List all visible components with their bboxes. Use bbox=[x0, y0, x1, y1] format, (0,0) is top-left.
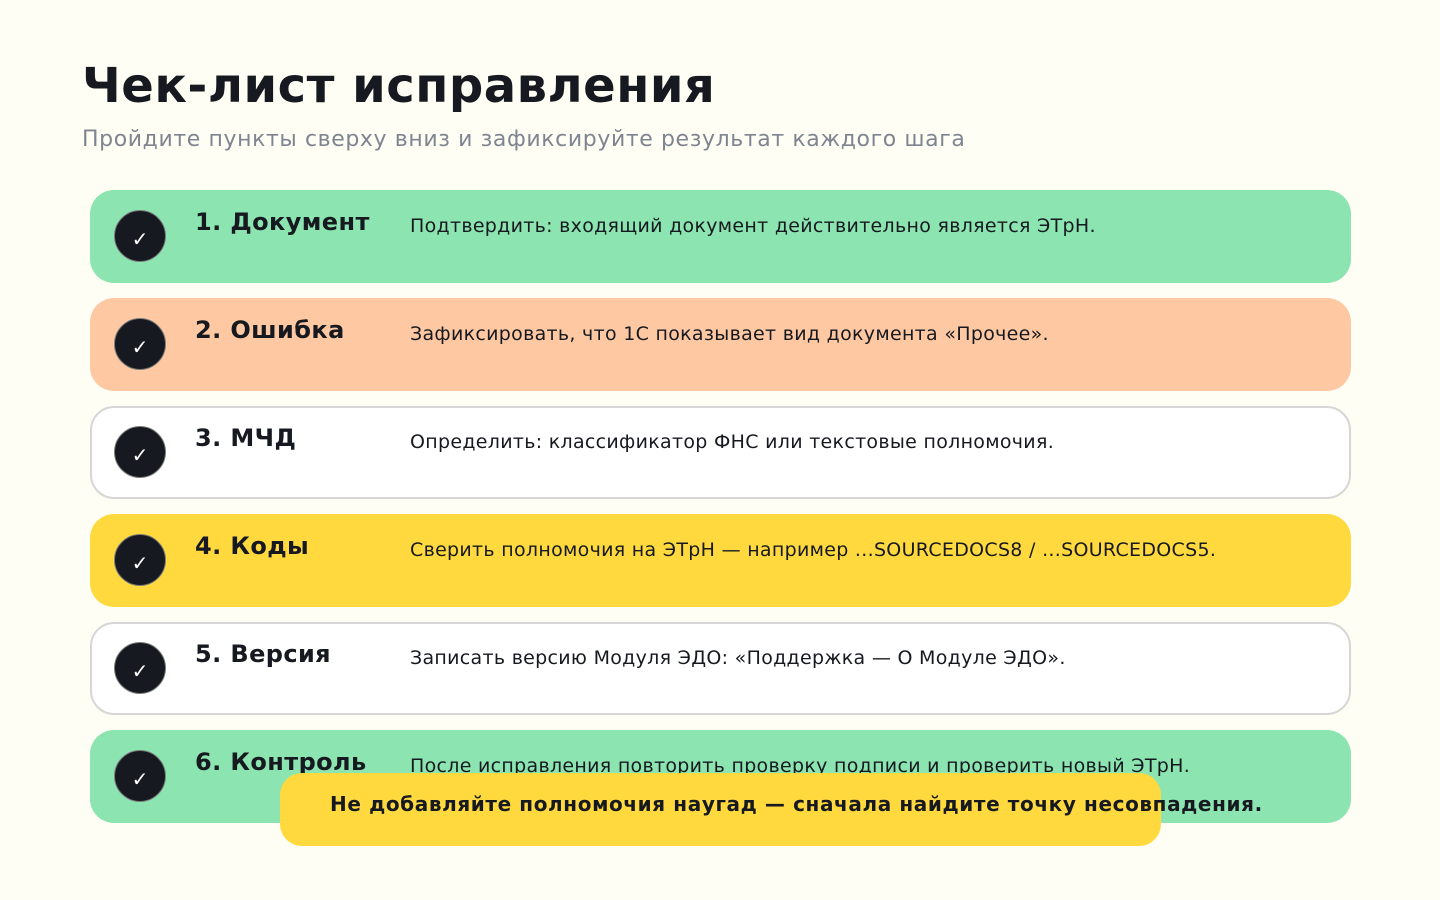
checklist-item-document: ✓ 1. Документ Подтвердить: входящий доку… bbox=[90, 190, 1351, 283]
checklist: ✓ 1. Документ Подтвердить: входящий доку… bbox=[90, 190, 1351, 838]
check-icon: ✓ bbox=[114, 534, 166, 586]
step-description: Записать версию Модуля ЭДО: «Поддержка —… bbox=[410, 647, 1066, 669]
step-description: Зафиксировать, что 1С показывает вид док… bbox=[410, 323, 1049, 345]
checklist-item-version: ✓ 5. Версия Записать версию Модуля ЭДО: … bbox=[90, 622, 1351, 715]
warning-banner: Не добавляйте полномочия наугад — сначал… bbox=[280, 773, 1262, 846]
step-title: 5. Версия bbox=[195, 640, 331, 668]
check-icon: ✓ bbox=[114, 210, 166, 262]
step-title: 6. Контроль bbox=[195, 748, 367, 776]
checklist-item-error: ✓ 2. Ошибка Зафиксировать, что 1С показы… bbox=[90, 298, 1351, 391]
warning-text: Не добавляйте полномочия наугад — сначал… bbox=[330, 792, 1263, 816]
checklist-item-mchd: ✓ 3. МЧД Определить: классификатор ФНС и… bbox=[90, 406, 1351, 499]
check-icon: ✓ bbox=[114, 318, 166, 370]
page-title: Чек-лист исправления bbox=[82, 58, 716, 114]
step-description: Сверить полномочия на ЭТрН — например ..… bbox=[410, 539, 1217, 561]
check-icon: ✓ bbox=[114, 750, 166, 802]
step-title: 1. Документ bbox=[195, 208, 370, 236]
step-description: Определить: классификатор ФНС или тексто… bbox=[410, 431, 1055, 453]
checklist-item-codes: ✓ 4. Коды Сверить полномочия на ЭТрН — н… bbox=[90, 514, 1351, 607]
check-icon: ✓ bbox=[114, 426, 166, 478]
step-description: Подтвердить: входящий документ действите… bbox=[410, 215, 1096, 237]
check-icon: ✓ bbox=[114, 642, 166, 694]
step-title: 4. Коды bbox=[195, 532, 310, 560]
page-subtitle: Пройдите пункты сверху вниз и зафиксируй… bbox=[82, 127, 966, 152]
step-title: 2. Ошибка bbox=[195, 316, 345, 344]
step-title: 3. МЧД bbox=[195, 424, 297, 452]
